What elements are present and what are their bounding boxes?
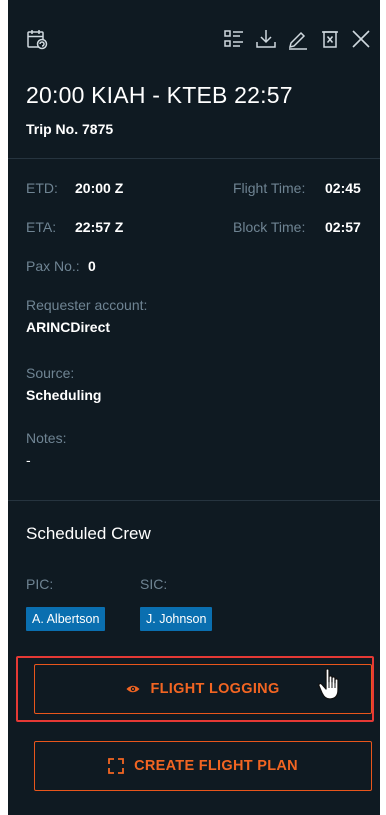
sic-label: SIC:	[140, 576, 168, 592]
block-time-label: Block Time:	[233, 219, 306, 235]
download-icon[interactable]	[255, 28, 277, 50]
notes-label: Notes:	[26, 430, 67, 446]
trip-number: Trip No. 7875	[26, 121, 114, 137]
notes-value: -	[26, 452, 31, 468]
divider	[8, 500, 380, 501]
flight-time-value: 02:45	[325, 180, 361, 196]
eta-value: 22:57 Z	[75, 219, 124, 235]
requester-value: ARINCDirect	[26, 319, 111, 335]
pic-crew-badge[interactable]: A. Albertson	[26, 607, 106, 631]
block-time-value: 02:57	[325, 219, 361, 235]
source-label: Source:	[26, 365, 75, 381]
close-icon[interactable]	[350, 28, 372, 50]
sic-crew-badge[interactable]: J. Johnson	[140, 607, 213, 631]
create-flight-plan-label: CREATE FLIGHT PLAN	[134, 758, 298, 774]
scheduled-crew-title: Scheduled Crew	[26, 524, 151, 543]
etd-value: 20:00 Z	[75, 180, 124, 196]
etd-label: ETD:	[26, 180, 58, 196]
expand-icon	[108, 758, 124, 774]
eta-label: ETA:	[26, 219, 57, 235]
trip-detail-panel: 20:00 KIAH - KTEB 22:57 Trip No. 7875 ET…	[8, 0, 380, 815]
create-flight-plan-button[interactable]: CREATE FLIGHT PLAN	[34, 741, 372, 791]
delete-icon[interactable]	[319, 28, 341, 50]
hand-pointer-icon	[318, 668, 346, 702]
pax-label: Pax No.:	[26, 258, 80, 274]
eye-icon	[126, 684, 140, 694]
calendar-icon[interactable]	[26, 28, 48, 50]
pic-label: PIC:	[26, 576, 54, 592]
list-icon[interactable]	[223, 28, 245, 50]
divider	[8, 158, 380, 159]
flight-time-label: Flight Time:	[233, 180, 306, 196]
requester-label: Requester account:	[26, 297, 148, 313]
source-value: Scheduling	[26, 387, 102, 403]
pax-value: 0	[88, 258, 96, 274]
panel-toolbar	[8, 0, 380, 70]
edit-icon[interactable]	[287, 28, 309, 50]
flight-logging-label: FLIGHT LOGGING	[150, 681, 280, 697]
trip-route-title: 20:00 KIAH - KTEB 22:57	[26, 82, 293, 108]
